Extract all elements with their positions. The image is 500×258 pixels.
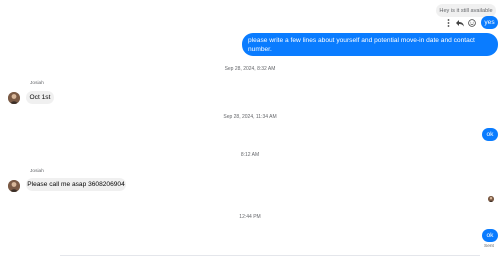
message-text: ok xyxy=(486,232,494,239)
avatar-icon[interactable] xyxy=(8,92,20,104)
avatar-icon[interactable] xyxy=(8,180,20,192)
outgoing-message-ok[interactable]: ok xyxy=(482,128,498,141)
more-vertical-icon[interactable] xyxy=(444,19,452,27)
outgoing-message-request[interactable]: please write a few lines about yourself … xyxy=(242,33,498,56)
timestamp: Sep 28, 2024, 8:32 AM xyxy=(224,66,276,72)
message-text: ok xyxy=(486,131,494,138)
sender-name: Josiah xyxy=(30,169,44,174)
emoji-icon[interactable] xyxy=(468,19,476,27)
seen-avatar-icon xyxy=(488,196,494,202)
message-text: yes xyxy=(484,19,495,26)
composer-divider xyxy=(60,255,480,256)
sender-name: Josiah xyxy=(30,81,44,86)
replied-message-text: Hey is it still available xyxy=(439,7,493,14)
delivery-status: Sent xyxy=(484,244,494,249)
message-actions xyxy=(444,19,476,27)
timestamp: Sep 28, 2024, 11:34 AM xyxy=(223,114,277,120)
outgoing-message-yes[interactable]: yes xyxy=(481,16,498,29)
incoming-message[interactable]: Oct 1st xyxy=(26,91,54,104)
reply-icon[interactable] xyxy=(456,19,464,27)
message-text: Please call me asap 3608206904 xyxy=(27,181,125,188)
timestamp: 8:12 AM xyxy=(240,152,260,158)
message-text: please write a few lines about yourself … xyxy=(248,37,475,53)
timestamp: 12:44 PM xyxy=(239,214,261,220)
incoming-message[interactable]: Please call me asap 3608206904 xyxy=(26,178,126,191)
outgoing-message-ok[interactable]: ok xyxy=(482,229,498,242)
message-text: Oct 1st xyxy=(29,94,51,101)
